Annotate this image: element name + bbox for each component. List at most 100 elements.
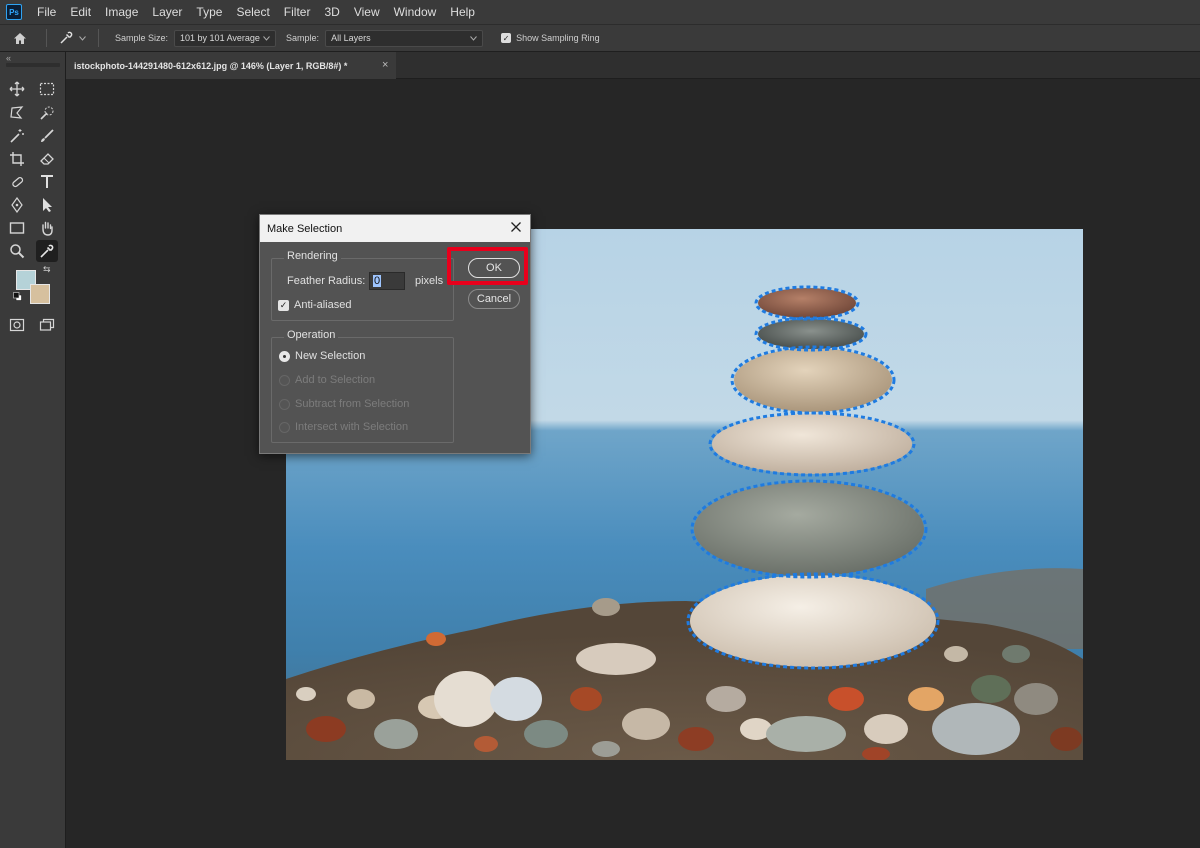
marquee-tool[interactable] (36, 78, 58, 100)
options-bar: Sample Size: 101 by 101 Average Sample: … (0, 24, 1200, 52)
crop-icon (10, 152, 24, 166)
lasso-tool[interactable] (6, 102, 28, 124)
home-button[interactable] (0, 32, 40, 45)
rectangle-marquee-icon (39, 82, 55, 96)
zoom-icon (10, 244, 25, 259)
menu-bar: Ps File Edit Image Layer Type Select Fil… (0, 0, 1200, 24)
zoom-tool[interactable] (6, 240, 28, 262)
cancel-button[interactable]: Cancel (468, 289, 520, 309)
chevron-down-icon (470, 35, 477, 41)
feather-unit-label: pixels (415, 275, 444, 287)
screen-mode-tool[interactable] (36, 314, 58, 336)
panel-grip[interactable] (6, 63, 60, 67)
menu-layer[interactable]: Layer (145, 5, 189, 19)
hand-tool[interactable] (36, 217, 58, 239)
close-tab-icon[interactable]: × (382, 59, 388, 71)
feather-radius-value: 0 (373, 275, 382, 287)
home-icon (14, 32, 26, 44)
screen-mode-icon (39, 318, 55, 331)
chevron-down-icon (79, 35, 86, 41)
healing-tool[interactable] (6, 171, 28, 193)
photoshop-window: Ps File Edit Image Layer Type Select Fil… (0, 0, 1200, 848)
sample-size-select[interactable]: 101 by 101 Average (174, 29, 277, 47)
show-sampling-ring-checkbox[interactable]: ✓ (501, 33, 512, 43)
menu-type[interactable]: Type (189, 5, 229, 19)
default-colors-icon[interactable] (13, 292, 22, 301)
sample-value: All Layers (331, 33, 371, 43)
feather-radius-label: Feather Radius: (287, 275, 366, 287)
subtract-from-selection-radio (279, 399, 290, 410)
intersect-with-selection-radio (279, 422, 290, 433)
rendering-legend: Rendering (284, 250, 341, 262)
dialog-title: Make Selection (267, 222, 343, 235)
shape-tool[interactable] (6, 217, 28, 239)
show-sampling-ring-option[interactable]: ✓ Show Sampling Ring (501, 33, 600, 43)
new-selection-label: New Selection (295, 350, 366, 362)
menu-select[interactable]: Select (229, 5, 276, 19)
document-tab[interactable]: istockphoto-144291480-612x612.jpg @ 146%… (66, 52, 396, 79)
quick-mask-icon (9, 318, 25, 332)
add-to-selection-radio (279, 375, 290, 386)
background-color-swatch[interactable] (30, 284, 50, 304)
menu-window[interactable]: Window (387, 5, 444, 19)
feather-radius-input[interactable]: 0 (369, 272, 405, 290)
rectangle-shape-icon (9, 222, 25, 234)
canvas-area[interactable] (66, 79, 1200, 848)
eyedropper-tool[interactable] (36, 240, 58, 262)
intersect-with-selection-label: Intersect with Selection (295, 421, 409, 433)
text-tool[interactable] (36, 171, 58, 193)
menu-view[interactable]: View (347, 5, 387, 19)
menu-3d[interactable]: 3D (317, 5, 346, 19)
tool-preset-picker[interactable] (53, 31, 92, 45)
sample-select[interactable]: All Layers (325, 29, 484, 47)
show-sampling-ring-label: Show Sampling Ring (516, 33, 600, 43)
brush-icon (41, 129, 54, 142)
menu-file[interactable]: File (30, 5, 63, 19)
stone-3 (734, 348, 892, 412)
move-icon (9, 81, 25, 97)
hand-icon (42, 221, 53, 236)
tools-panel: « ⇆ (0, 52, 66, 848)
ok-button-highlight (447, 247, 528, 285)
path-selection-tool[interactable] (36, 194, 58, 216)
photoshop-logo-icon: Ps (6, 4, 22, 20)
operation-legend: Operation (284, 329, 339, 341)
document-tab-bar: istockphoto-144291480-612x612.jpg @ 146%… (66, 52, 1200, 79)
options-divider (98, 29, 99, 47)
stone-6 (690, 575, 936, 667)
new-selection-radio[interactable] (279, 351, 290, 362)
subtract-from-selection-label: Subtract from Selection (295, 398, 410, 410)
sample-size-value: 101 by 101 Average (180, 33, 260, 43)
type-icon (41, 175, 53, 188)
swap-colors-icon[interactable]: ⇆ (43, 264, 51, 275)
menu-image[interactable]: Image (98, 5, 145, 19)
quick-mask-tool[interactable] (6, 314, 28, 336)
collapse-panel-icon[interactable]: « (6, 53, 11, 63)
eraser-tool[interactable] (36, 148, 58, 170)
magic-wand-icon (10, 129, 24, 143)
pen-tool[interactable] (6, 194, 28, 216)
pen-icon (11, 197, 23, 213)
arrow-cursor-icon (43, 198, 52, 212)
stone-5 (694, 482, 924, 576)
eraser-icon (40, 153, 54, 165)
crop-tool[interactable] (6, 148, 28, 170)
brush-tool[interactable] (36, 125, 58, 147)
anti-aliased-label: Anti-aliased (294, 299, 352, 311)
options-divider (46, 29, 47, 47)
lasso-icon (10, 106, 24, 119)
healing-brush-icon (12, 176, 24, 188)
quick-selection-icon (40, 106, 54, 120)
sample-label: Sample: (286, 33, 320, 43)
quick-selection-tool[interactable] (36, 102, 58, 124)
object-selection-tool[interactable] (6, 125, 28, 147)
menu-edit[interactable]: Edit (63, 5, 98, 19)
menu-help[interactable]: Help (443, 5, 482, 19)
document-tab-title: istockphoto-144291480-612x612.jpg @ 146%… (74, 60, 348, 71)
menu-filter[interactable]: Filter (277, 5, 318, 19)
dialog-title-bar[interactable]: Make Selection (260, 215, 530, 242)
anti-aliased-checkbox[interactable]: ✓ (278, 300, 289, 311)
close-icon[interactable] (508, 219, 524, 235)
rendering-group (271, 258, 454, 321)
move-tool[interactable] (6, 78, 28, 100)
